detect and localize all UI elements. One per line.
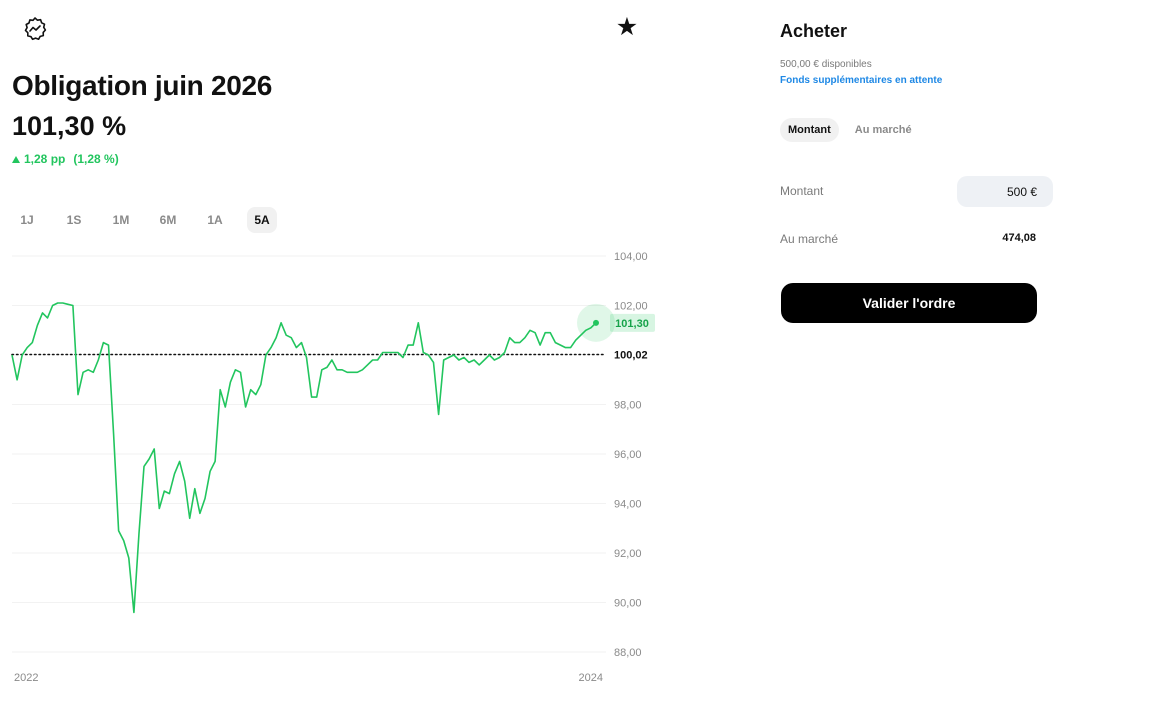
logo-badge-icon[interactable] — [22, 16, 48, 42]
range-tab-1s[interactable]: 1S — [59, 207, 89, 233]
order-title: Acheter — [780, 21, 848, 41]
pending-funds-link[interactable]: Fonds supplémentaires en attente — [780, 75, 942, 86]
x-axis-label: 2022 — [14, 672, 38, 684]
change-percent: (1,28 %) — [73, 152, 119, 166]
current-price: 101,30 % — [12, 111, 127, 141]
y-tick-label: 104,00 — [614, 251, 648, 263]
current-point — [593, 319, 599, 326]
tab-amount[interactable]: Montant — [780, 118, 839, 142]
submit-order-button[interactable]: Valider l'ordre — [781, 283, 1037, 323]
price-change: 1,28 pp (1,28 %) — [12, 152, 119, 166]
order-type-tabs: Montant Au marché — [780, 118, 928, 142]
range-selector: 1J 1S 1M 6M 1A 5A — [12, 207, 294, 233]
y-tick-label: 90,00 — [614, 598, 642, 610]
order-panel: Acheter 500,00 € disponibles Fonds suppl… — [780, 0, 1150, 701]
range-tab-1m[interactable]: 1M — [106, 207, 136, 233]
x-axis-label: 2024 — [579, 672, 603, 684]
current-value-label: 101,30 — [615, 318, 649, 330]
page-title: Obligation juin 2026 — [12, 70, 273, 101]
star-icon[interactable]: ★ — [614, 14, 640, 40]
available-funds: 500,00 € disponibles — [780, 59, 872, 70]
y-tick-label: 102,00 — [614, 301, 648, 313]
amount-label: Montant — [780, 184, 824, 198]
range-tab-6m[interactable]: 6M — [153, 207, 183, 233]
market-label: Au marché — [780, 232, 839, 246]
y-tick-label: 92,00 — [614, 548, 642, 560]
y-tick-label: 100,02 — [614, 350, 648, 362]
arrow-up-icon — [12, 155, 20, 163]
instrument-panel: ★ Obligation juin 2026 101,30 % 1,28 pp … — [0, 0, 660, 701]
price-series-line — [11, 302, 597, 614]
y-tick-label: 88,00 — [614, 647, 642, 659]
amount-input[interactable] — [957, 176, 1053, 207]
range-tab-1j[interactable]: 1J — [12, 207, 42, 233]
price-chart[interactable]: 104,00 102,00 100,02 98,00 96,00 94,00 92,00 90… — [0, 240, 660, 695]
change-absolute: 1,28 pp — [24, 152, 66, 166]
range-tab-5a[interactable]: 5A — [247, 207, 277, 233]
market-value: 474,08 — [1002, 232, 1036, 244]
range-tab-1a[interactable]: 1A — [200, 207, 230, 233]
tab-market[interactable]: Au marché — [847, 118, 920, 142]
y-tick-label: 98,00 — [614, 400, 642, 412]
y-tick-label: 96,00 — [614, 449, 642, 461]
y-tick-label: 94,00 — [614, 499, 642, 511]
